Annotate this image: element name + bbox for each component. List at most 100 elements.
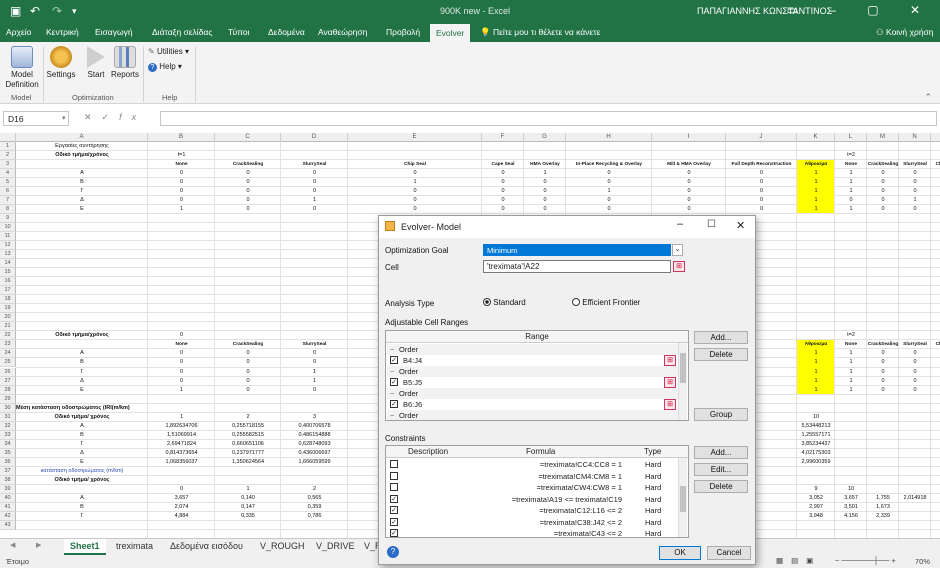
- delete-range-button[interactable]: Delete: [694, 348, 748, 361]
- cell[interactable]: 1: [797, 359, 835, 366]
- cell[interactable]: 0: [566, 170, 652, 177]
- row-header[interactable]: 14: [0, 259, 16, 269]
- column-header[interactable]: B: [148, 133, 215, 142]
- row-header[interactable]: 22: [0, 331, 16, 341]
- fx-icon[interactable]: fx: [119, 112, 146, 122]
- cell[interactable]: 9: [797, 486, 835, 493]
- cell[interactable]: 0: [899, 188, 931, 195]
- cell[interactable]: 3,948: [797, 513, 835, 520]
- settings-button[interactable]: Settings: [46, 46, 76, 80]
- cell[interactable]: Οδικό τμήμα/ χρόνος: [16, 477, 148, 484]
- cell[interactable]: 5,53448213: [797, 423, 835, 430]
- sheet-tab-input-data[interactable]: Δεδομένα εισόδου: [170, 541, 243, 551]
- cell[interactable]: 0: [652, 197, 726, 204]
- row-header[interactable]: 5: [0, 178, 16, 188]
- row-header[interactable]: 16: [0, 277, 16, 287]
- row-header[interactable]: 29: [0, 394, 16, 404]
- cell[interactable]: CrackSealing: [215, 161, 281, 168]
- cell[interactable]: 0,237971777: [215, 450, 281, 457]
- cell[interactable]: 0: [931, 197, 940, 204]
- cell[interactable]: 0: [726, 197, 797, 204]
- cell[interactable]: 0: [148, 179, 215, 186]
- quick-access-menu-icon[interactable]: ▾: [72, 4, 77, 18]
- cell[interactable]: 1: [797, 188, 835, 195]
- cell[interactable]: Δ: [16, 197, 148, 204]
- constraints-scrollbar[interactable]: [678, 458, 687, 537]
- adjustable-ranges-list[interactable]: Range − Order ✓ B4:J4 ⊞ − Order ✓ B5:J5 ⊞ − Order ✓ B…: [385, 330, 689, 421]
- cell[interactable]: 0: [931, 206, 940, 213]
- cell[interactable]: 1,892634706: [148, 423, 215, 430]
- column-header[interactable]: N: [899, 133, 931, 142]
- row-header[interactable]: 35: [0, 448, 16, 458]
- model-definition-button[interactable]: Model Definition: [4, 46, 40, 90]
- column-header[interactable]: I: [652, 133, 726, 142]
- cell[interactable]: 0: [899, 206, 931, 213]
- cell[interactable]: 1: [797, 387, 835, 394]
- constraint-row[interactable]: ✓ =treximata!C38:J42 <= 2 Hard: [387, 517, 682, 528]
- row-header[interactable]: 18: [0, 295, 16, 305]
- cell[interactable]: 0: [215, 350, 281, 357]
- row-header[interactable]: 26: [0, 367, 16, 377]
- cell[interactable]: 0: [835, 197, 867, 204]
- range-group-row[interactable]: − Order: [387, 388, 682, 399]
- cell[interactable]: 0: [867, 369, 899, 376]
- cell[interactable]: 3: [281, 414, 348, 421]
- row-header[interactable]: 21: [0, 322, 16, 332]
- cell[interactable]: 0,147: [215, 504, 281, 511]
- cell[interactable]: 3,85234437: [797, 441, 835, 448]
- select-all-corner[interactable]: [0, 133, 16, 142]
- collapse-icon[interactable]: −: [390, 388, 394, 399]
- cell[interactable]: 1: [797, 369, 835, 376]
- cell[interactable]: Β: [16, 359, 148, 366]
- cell[interactable]: 0: [482, 170, 524, 177]
- cell[interactable]: 1,25557171: [797, 432, 835, 439]
- cell[interactable]: 1: [797, 197, 835, 204]
- cell[interactable]: Άθροισμα: [797, 161, 835, 168]
- cell[interactable]: Α: [16, 350, 148, 357]
- row-header[interactable]: 36: [0, 457, 16, 467]
- cell[interactable]: 0: [348, 188, 482, 195]
- sheet-tab-v-rough[interactable]: V_ROUGH: [260, 541, 305, 551]
- constraint-checkbox[interactable]: [390, 460, 398, 468]
- name-box[interactable]: D16: [3, 111, 69, 126]
- row-header[interactable]: 6: [0, 187, 16, 197]
- cell[interactable]: Ε: [16, 206, 148, 213]
- range-row[interactable]: ✓ B6:J6 ⊞: [387, 399, 682, 410]
- cell[interactable]: 0: [281, 387, 348, 394]
- column-header[interactable]: F: [482, 133, 524, 142]
- cell[interactable]: 0: [867, 359, 899, 366]
- dialog-help-icon[interactable]: ?: [387, 546, 399, 558]
- cell[interactable]: 0: [524, 188, 566, 195]
- cell[interactable]: 0: [524, 179, 566, 186]
- row-header[interactable]: 23: [0, 340, 16, 350]
- cell[interactable]: 0: [867, 350, 899, 357]
- constraint-checkbox[interactable]: [390, 483, 398, 491]
- cell[interactable]: Δ: [16, 378, 148, 385]
- column-header[interactable]: O: [931, 133, 940, 142]
- help-button[interactable]: ? Help ▾: [148, 62, 182, 72]
- cell[interactable]: 1: [899, 197, 931, 204]
- cell[interactable]: 1: [348, 179, 482, 186]
- cell[interactable]: CrackSealing: [215, 341, 281, 348]
- cell[interactable]: Οδικό τμήμα/χρόνος: [16, 332, 148, 339]
- cell[interactable]: 0: [148, 188, 215, 195]
- cell[interactable]: 0: [348, 170, 482, 177]
- minimize-icon[interactable]: –: [677, 218, 683, 230]
- cell[interactable]: 1: [281, 197, 348, 204]
- cell[interactable]: 2,69471824: [148, 441, 215, 448]
- cell[interactable]: t=1: [148, 152, 215, 159]
- range-group-row[interactable]: − Order: [387, 344, 682, 355]
- standard-radio[interactable]: Standard: [483, 298, 526, 307]
- cell[interactable]: Β: [16, 432, 148, 439]
- cell[interactable]: 0: [148, 378, 215, 385]
- sheet-tab-v-drive[interactable]: V_DRIVE: [316, 541, 355, 551]
- cell[interactable]: Cape Seal: [482, 161, 524, 168]
- row-header[interactable]: 37: [0, 466, 16, 476]
- cell[interactable]: 1: [835, 350, 867, 357]
- tab-file[interactable]: Αρχείο: [6, 27, 31, 37]
- cell[interactable]: 0,628748093: [281, 441, 348, 448]
- cell[interactable]: 0: [215, 188, 281, 195]
- cell[interactable]: 2: [281, 486, 348, 493]
- cell[interactable]: 1: [835, 387, 867, 394]
- column-header[interactable]: C: [215, 133, 281, 142]
